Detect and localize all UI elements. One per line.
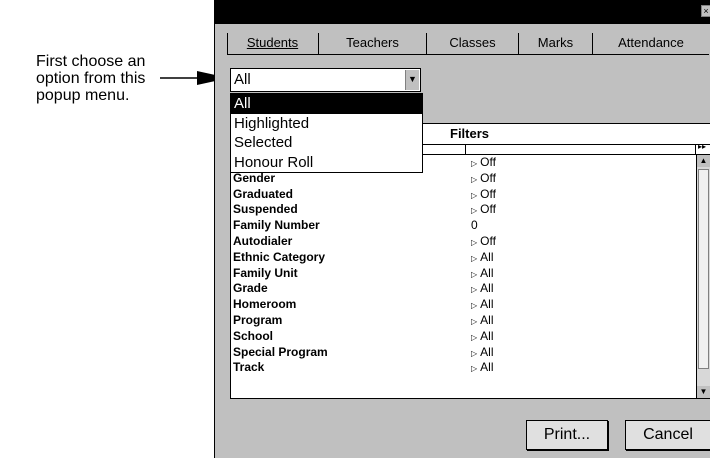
popup-option[interactable]: Highlighted — [231, 114, 422, 134]
filter-name: Homeroom — [233, 297, 297, 312]
scroll-thumb[interactable] — [698, 169, 709, 369]
filter-value-text: Off — [480, 186, 496, 201]
triangle-right-icon: ▷ — [471, 285, 478, 295]
filter-value[interactable]: ▷ All — [471, 345, 494, 361]
table-row[interactable]: Family Unit ▷ All — [231, 266, 696, 282]
filter-value-text: Off — [480, 233, 496, 248]
filter-name: Ethnic Category — [233, 249, 326, 264]
table-row[interactable]: School ▷ All — [231, 329, 696, 345]
filter-value-text: All — [480, 297, 494, 312]
popup-value: All — [234, 71, 251, 88]
tab-students[interactable]: Students — [227, 33, 319, 55]
filter-value[interactable]: ▷ All — [471, 281, 494, 297]
filter-value[interactable]: ▷ All — [471, 250, 494, 266]
filter-name: Family Unit — [233, 265, 298, 280]
triangle-right-icon: ▷ — [471, 364, 478, 374]
filter-value-text: All — [480, 344, 494, 359]
filter-value[interactable]: ▷ All — [471, 313, 494, 329]
filter-popup-menu[interactable]: All ▼ — [230, 68, 421, 92]
table-row[interactable]: Grade ▷ All — [231, 281, 696, 297]
title-bar: × — [215, 0, 710, 24]
triangle-right-icon: ▷ — [471, 316, 478, 326]
filter-value[interactable]: ▷ Off — [471, 155, 496, 171]
close-icon[interactable]: × — [701, 5, 710, 17]
table-row[interactable]: Ethnic Category ▷ All — [231, 250, 696, 266]
filter-name: Family Number — [233, 218, 320, 233]
tab-bar: Students Teachers Classes Marks Attendan… — [227, 33, 709, 55]
filter-value[interactable]: 0 — [471, 218, 478, 233]
table-row[interactable]: Suspended ▷ Off — [231, 202, 696, 218]
filter-value-text: Off — [480, 202, 496, 217]
triangle-right-icon: ▷ — [471, 301, 478, 311]
chevron-down-icon[interactable]: ▼ — [405, 70, 419, 90]
table-row[interactable]: Autodialer ▷ Off — [231, 234, 696, 250]
table-row[interactable]: Special Program ▷ All — [231, 345, 696, 361]
filter-value-text: Off — [480, 155, 496, 169]
filter-value-text: 0 — [471, 218, 478, 233]
popup-options: All Highlighted Selected Honour Roll — [230, 93, 423, 173]
popup-option[interactable]: Selected — [231, 133, 422, 153]
table-row[interactable]: Family Number 0 — [231, 218, 696, 234]
triangle-right-icon: ▷ — [471, 253, 478, 263]
filter-rows: ▷ Off Gender ▷ Off Graduated ▷ Off Suspended ▷ Off… — [231, 155, 696, 376]
filter-name: Track — [233, 360, 265, 375]
callout-line: First choose an — [36, 53, 146, 70]
filter-value-text: All — [480, 328, 494, 343]
callout-line: option from this — [36, 70, 146, 87]
triangle-right-icon: ▷ — [471, 174, 478, 184]
filter-value-text: Off — [480, 170, 496, 185]
triangle-right-icon: ▷ — [471, 159, 478, 168]
filter-value-text: All — [480, 249, 494, 264]
filter-value[interactable]: ▷ Off — [471, 187, 496, 203]
filter-value[interactable]: ▷ All — [471, 329, 494, 345]
table-row[interactable]: Graduated ▷ Off — [231, 187, 696, 203]
filter-name: Program — [233, 312, 283, 327]
triangle-right-icon: ▷ — [471, 190, 478, 200]
filter-value[interactable]: ▷ Off — [471, 171, 496, 187]
cancel-button[interactable]: Cancel — [625, 420, 710, 450]
filter-value[interactable]: ▷ Off — [471, 234, 496, 250]
filter-name: Suspended — [233, 202, 298, 217]
filters-header: Filters — [450, 126, 490, 141]
filter-name: Grade — [233, 281, 268, 296]
popup-option[interactable]: Honour Roll — [231, 153, 422, 173]
filter-value[interactable]: ▷ Off — [471, 202, 496, 218]
filter-value-text: All — [480, 360, 494, 375]
tab-attendance[interactable]: Attendance — [593, 33, 709, 55]
triangle-right-icon: ▷ — [471, 348, 478, 358]
dialog-window: × Students Teachers Classes Marks Attend… — [214, 0, 710, 458]
triangle-right-icon: ▷ — [471, 237, 478, 247]
triangle-right-icon: ▷ — [471, 332, 478, 342]
filter-name: Autodialer — [233, 233, 293, 248]
print-button[interactable]: Print... — [526, 420, 608, 450]
filter-name: School — [233, 328, 274, 343]
table-row[interactable]: Program ▷ All — [231, 313, 696, 329]
vertical-scrollbar[interactable]: ▲ ▼ — [696, 155, 710, 398]
table-row[interactable]: Homeroom ▷ All — [231, 297, 696, 313]
filter-value-text: All — [480, 281, 494, 296]
table-row[interactable]: Gender ▷ Off — [231, 171, 696, 187]
filter-name: Graduated — [233, 186, 294, 201]
filter-value[interactable]: ▷ All — [471, 266, 494, 282]
scroll-up-icon[interactable]: ▲ — [697, 155, 710, 167]
expand-icon[interactable]: ▸▸ — [698, 142, 706, 151]
triangle-right-icon: ▷ — [471, 206, 478, 216]
tab-classes[interactable]: Classes — [427, 33, 519, 55]
triangle-right-icon: ▷ — [471, 269, 478, 279]
scroll-down-icon[interactable]: ▼ — [697, 386, 710, 398]
table-row[interactable]: Track ▷ All — [231, 360, 696, 376]
filter-value[interactable]: ▷ All — [471, 297, 494, 313]
filter-value[interactable]: ▷ All — [471, 360, 494, 376]
tab-teachers[interactable]: Teachers — [319, 33, 427, 55]
tab-marks[interactable]: Marks — [519, 33, 593, 55]
filter-value-text: All — [480, 265, 494, 280]
filter-name: Gender — [233, 170, 276, 185]
popup-option[interactable]: All — [231, 94, 422, 114]
callout-text: First choose an option from this popup m… — [36, 53, 176, 104]
filter-value-text: All — [480, 312, 494, 327]
callout-line: popup menu. — [36, 87, 130, 104]
filter-name: Special Program — [233, 344, 328, 359]
